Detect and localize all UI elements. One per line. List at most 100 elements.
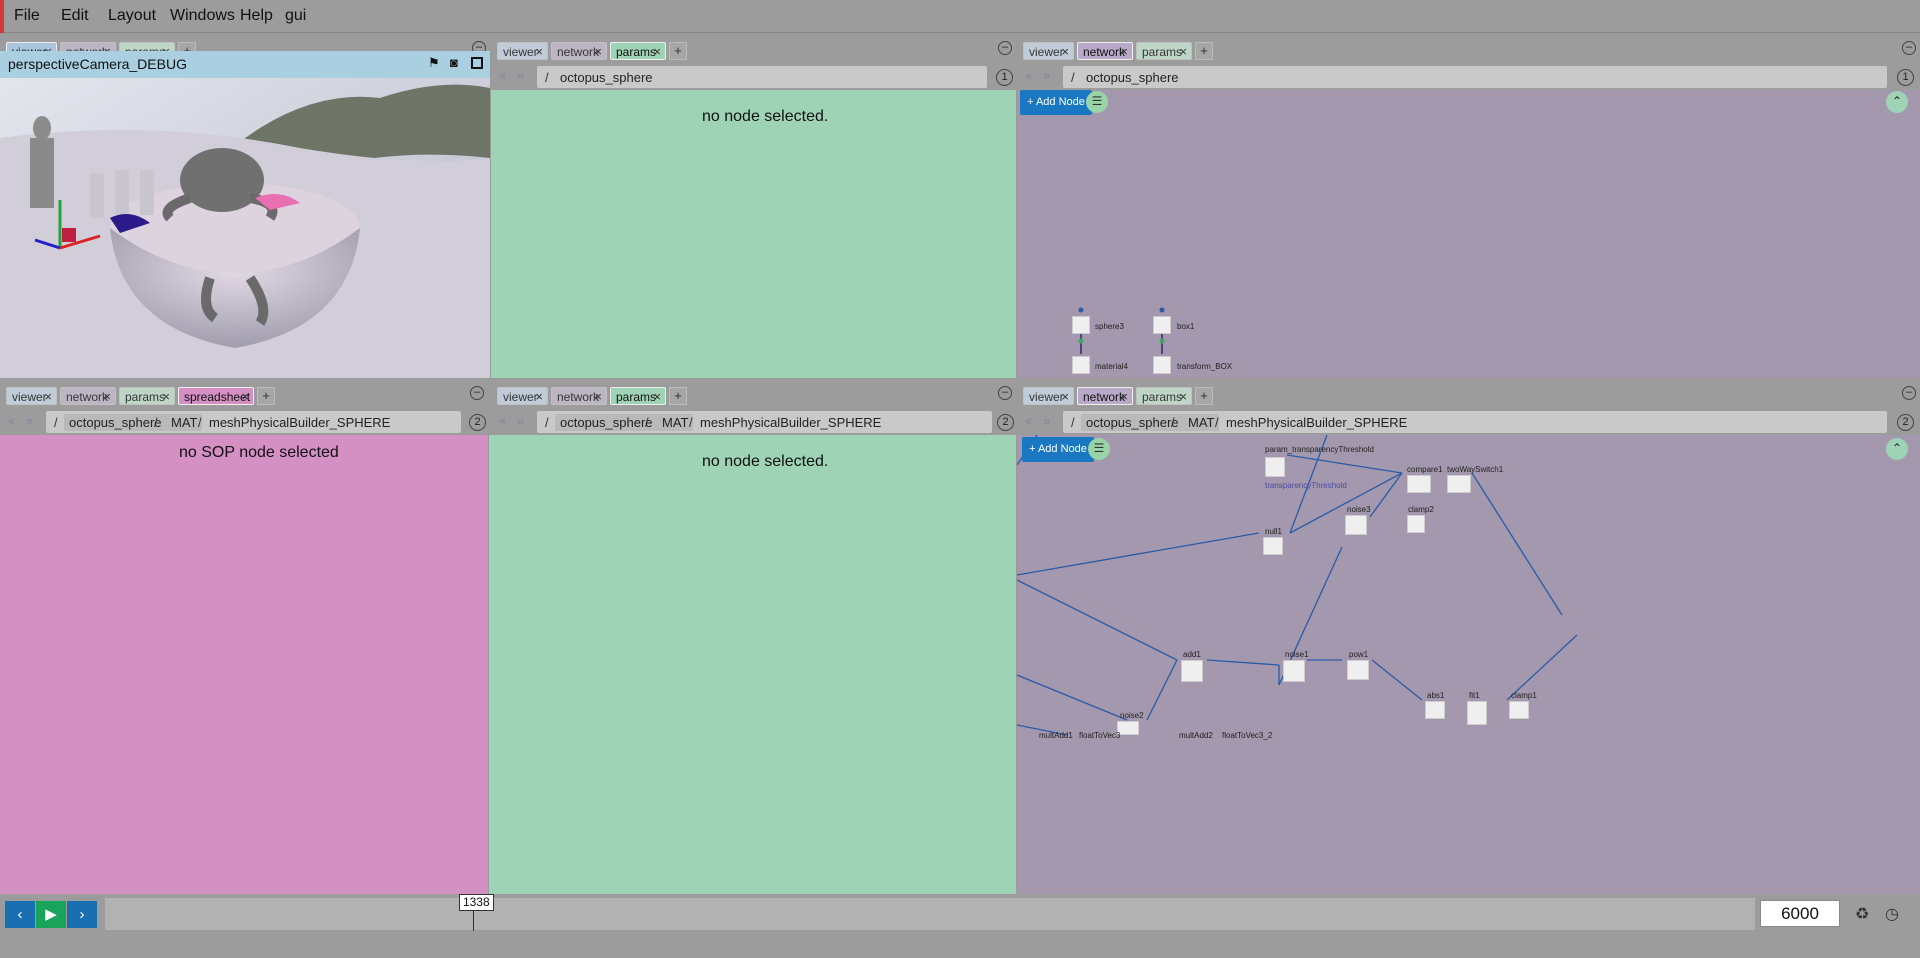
node-param-transparency[interactable]	[1265, 457, 1285, 477]
square-icon[interactable]	[471, 57, 483, 69]
collapse-pane-icon[interactable]: –	[998, 386, 1012, 400]
node-pow1[interactable]	[1347, 660, 1369, 680]
close-icon[interactable]: ×	[535, 388, 543, 406]
add-tab-button[interactable]: +	[1195, 387, 1213, 405]
pane-link-number[interactable]: 1	[1897, 69, 1914, 86]
crumb-mat[interactable]: MAT	[166, 414, 203, 431]
timeline-track[interactable]	[105, 898, 1755, 930]
add-tab-button[interactable]: +	[669, 42, 687, 60]
close-icon[interactable]: ×	[241, 388, 249, 406]
crumb-octopus-sphere[interactable]: octopus_sphere	[555, 414, 658, 431]
forward-icon[interactable]: »	[1043, 68, 1050, 83]
tab-network[interactable]: network×	[1077, 387, 1133, 405]
pane-link-number[interactable]: 1	[996, 69, 1013, 86]
menu-file[interactable]: File	[14, 7, 40, 25]
next-frame-button[interactable]: ›	[67, 901, 97, 928]
close-icon[interactable]: ×	[653, 388, 661, 406]
add-node-button[interactable]: + Add Node	[1022, 437, 1094, 462]
tab-viewer[interactable]: viewer×	[497, 387, 548, 405]
crumb-octopus-sphere[interactable]: octopus_sphere	[64, 414, 167, 431]
menu-windows[interactable]: Windows	[170, 7, 235, 25]
crumb-octopus-sphere[interactable]: octopus_sphere	[555, 69, 658, 86]
close-icon[interactable]: ×	[162, 388, 170, 406]
list-icon[interactable]: ☰	[1088, 438, 1110, 460]
back-icon[interactable]: «	[1025, 68, 1032, 83]
close-icon[interactable]: ×	[1179, 43, 1187, 61]
crumb-octopus-sphere[interactable]: octopus_sphere	[1081, 69, 1184, 86]
chevron-up-icon[interactable]: ⌃	[1886, 438, 1908, 460]
flag-icon[interactable]: ⚑	[428, 55, 440, 71]
back-icon[interactable]: «	[1025, 413, 1032, 428]
pane-link-number[interactable]: 2	[997, 414, 1014, 431]
play-button[interactable]: ▶	[36, 901, 66, 928]
forward-icon[interactable]: »	[517, 413, 524, 428]
collapse-pane-icon[interactable]: –	[998, 41, 1012, 55]
tab-viewer[interactable]: viewer×	[6, 387, 57, 405]
node-fit1[interactable]	[1467, 701, 1487, 725]
collapse-pane-icon[interactable]: –	[1902, 41, 1916, 55]
network-canvas[interactable]: + Add Node ☰ ⌃ sphere3 box1 material4 tr…	[1017, 90, 1920, 378]
node-compare1[interactable]	[1407, 475, 1431, 493]
tab-network[interactable]: network×	[1077, 42, 1133, 60]
menu-gui[interactable]: gui	[285, 7, 306, 25]
crumb-root[interactable]: /	[1071, 415, 1075, 430]
close-icon[interactable]: ×	[594, 388, 602, 406]
end-frame-input[interactable]: 6000	[1760, 900, 1840, 927]
pane-link-number[interactable]: 2	[469, 414, 486, 431]
close-icon[interactable]: ×	[103, 388, 111, 406]
node-null1[interactable]	[1263, 537, 1283, 555]
crumb-root[interactable]: /	[1071, 70, 1075, 85]
crumb-mesh-builder[interactable]: meshPhysicalBuilder_SPHERE	[1221, 414, 1412, 431]
node-clamp2[interactable]	[1407, 515, 1425, 533]
tab-viewer[interactable]: viewer×	[497, 42, 548, 60]
close-icon[interactable]: ×	[1061, 388, 1069, 406]
crumb-root[interactable]: /	[54, 415, 58, 430]
node-box1[interactable]	[1153, 316, 1171, 334]
add-tab-button[interactable]: +	[1195, 42, 1213, 60]
node-material4[interactable]	[1072, 356, 1090, 374]
crumb-octopus-sphere[interactable]: octopus_sphere	[1081, 414, 1184, 431]
forward-icon[interactable]: »	[1043, 413, 1050, 428]
close-icon[interactable]: ×	[653, 43, 661, 61]
crumb-mesh-builder[interactable]: meshPhysicalBuilder_SPHERE	[204, 414, 395, 431]
menu-layout[interactable]: Layout	[108, 7, 156, 25]
tab-network[interactable]: network×	[551, 42, 607, 60]
node-transform-box[interactable]	[1153, 356, 1171, 374]
previous-frame-button[interactable]: ‹	[5, 901, 35, 928]
menu-help[interactable]: Help	[240, 7, 273, 25]
crumb-root[interactable]: /	[545, 70, 549, 85]
node-clamp1[interactable]	[1509, 701, 1529, 719]
crumb-root[interactable]: /	[545, 415, 549, 430]
node-twowayswitch1[interactable]	[1447, 475, 1471, 493]
forward-icon[interactable]: »	[26, 413, 33, 428]
pane-link-number[interactable]: 2	[1897, 414, 1914, 431]
close-icon[interactable]: ×	[594, 43, 602, 61]
camera-icon[interactable]: ◙	[450, 55, 458, 70]
node-sphere3[interactable]	[1072, 316, 1090, 334]
collapse-pane-icon[interactable]: –	[470, 386, 484, 400]
tab-network[interactable]: network×	[551, 387, 607, 405]
viewport-canvas[interactable]	[0, 78, 490, 378]
node-noise3[interactable]	[1345, 515, 1367, 535]
back-icon[interactable]: «	[8, 413, 15, 428]
close-icon[interactable]: ×	[44, 388, 52, 406]
menu-edit[interactable]: Edit	[61, 7, 89, 25]
tab-params[interactable]: params×	[610, 42, 666, 60]
collapse-pane-icon[interactable]: –	[1902, 386, 1916, 400]
tab-params[interactable]: params×	[119, 387, 175, 405]
tab-viewer[interactable]: viewer×	[1023, 387, 1074, 405]
close-icon[interactable]: ×	[535, 43, 543, 61]
tab-params[interactable]: params×	[610, 387, 666, 405]
node-noise1[interactable]	[1283, 660, 1305, 682]
recycle-icon[interactable]: ♻	[1855, 904, 1869, 924]
crumb-mat[interactable]: MAT	[657, 414, 694, 431]
tab-params[interactable]: params×	[1136, 387, 1192, 405]
close-icon[interactable]: ×	[1120, 43, 1128, 61]
network-canvas[interactable]: + Add Node ☰ ⌃ param_transparencyThresho…	[1017, 435, 1920, 894]
current-frame-marker[interactable]: 1338	[458, 894, 494, 911]
crumb-mesh-builder[interactable]: meshPhysicalBuilder_SPHERE	[695, 414, 886, 431]
node-abs1[interactable]	[1425, 701, 1445, 719]
tab-network[interactable]: network×	[60, 387, 116, 405]
add-tab-button[interactable]: +	[669, 387, 687, 405]
forward-icon[interactable]: »	[517, 68, 524, 83]
